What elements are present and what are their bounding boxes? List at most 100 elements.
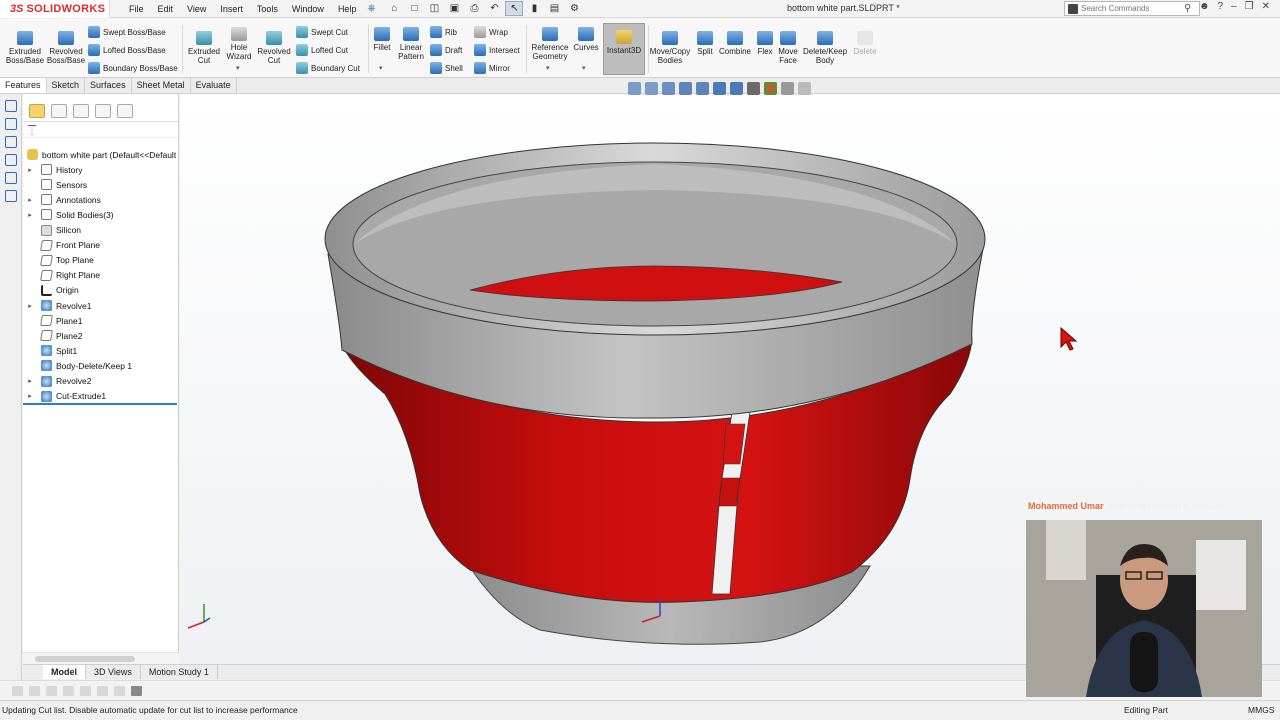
shell-button[interactable]: Shell <box>430 62 463 74</box>
curves-button[interactable]: Curves <box>572 27 600 52</box>
search-icon[interactable]: ⚲ <box>1184 3 1191 14</box>
close-icon[interactable]: ✕ <box>1262 1 1270 12</box>
search-commands-input[interactable] <box>1081 4 1181 13</box>
menu-file[interactable]: File <box>122 4 151 14</box>
align-tool-icon[interactable] <box>97 685 108 696</box>
menu-tools[interactable]: Tools <box>250 4 285 14</box>
print-icon[interactable]: ⎙ <box>465 1 483 16</box>
select-icon[interactable]: ↖ <box>505 1 524 16</box>
delete-face-button[interactable]: Delete <box>851 31 879 56</box>
menu-help[interactable]: Help <box>331 4 364 14</box>
tab-3d-views[interactable]: 3D Views <box>86 665 141 679</box>
tree-item[interactable]: Plane2 <box>23 328 179 343</box>
tab-sketch[interactable]: Sketch <box>47 78 86 93</box>
property-manager-icon[interactable] <box>5 118 17 130</box>
move-copy-bodies-button[interactable]: Move/Copy Bodies <box>650 31 690 65</box>
view-settings-icon[interactable] <box>798 82 811 95</box>
expand-arrow-icon[interactable]: ▸ <box>23 302 37 310</box>
tab-surfaces[interactable]: Surfaces <box>85 78 132 93</box>
solidworks-logo[interactable]: 3S SOLIDWORKS <box>0 0 110 18</box>
featuremanager-tab-icon[interactable] <box>29 103 45 118</box>
extruded-cut-button[interactable]: Extruded Cut <box>186 31 222 65</box>
propertymanager-tab-icon[interactable] <box>51 103 67 118</box>
rebuild-icon[interactable]: ▮ <box>525 1 543 16</box>
zoom-to-area-icon[interactable] <box>645 82 658 95</box>
apply-scene-icon[interactable] <box>781 82 794 95</box>
tree-root-part[interactable]: bottom white part (Default<<Default <box>23 147 179 162</box>
dynamic-annotation-icon[interactable] <box>696 82 709 95</box>
tab-model[interactable]: Model <box>43 665 86 679</box>
expand-arrow-icon[interactable]: ▸ <box>23 196 37 204</box>
display-manager-icon[interactable] <box>5 172 17 184</box>
rollback-bar[interactable] <box>23 403 177 405</box>
previous-view-icon[interactable] <box>662 82 675 95</box>
instant3d-button[interactable]: Instant3D <box>603 23 645 75</box>
save-icon[interactable]: ▣ <box>445 1 463 16</box>
tab-motion-study[interactable]: Motion Study 1 <box>141 665 218 679</box>
tree-item[interactable]: Plane1 <box>23 313 179 328</box>
tree-item[interactable]: Body-Delete/Keep 1 <box>23 358 179 373</box>
tree-item[interactable]: Silicon <box>23 223 179 238</box>
relation-tool-icon[interactable] <box>46 685 57 696</box>
menu-edit[interactable]: Edit <box>151 4 181 14</box>
split-button[interactable]: Split <box>694 31 716 56</box>
new-document-icon[interactable]: □ <box>405 1 423 16</box>
lofted-cut-button[interactable]: Lofted Cut <box>296 44 348 56</box>
measure-tool-icon[interactable] <box>114 685 125 696</box>
home-icon[interactable]: ⌂ <box>385 1 403 16</box>
menu-insert[interactable]: Insert <box>213 4 250 14</box>
edit-appearance-icon[interactable] <box>764 82 777 95</box>
combine-button[interactable]: Combine <box>718 31 752 56</box>
open-icon[interactable]: ◫ <box>425 1 443 16</box>
displaymanager-tab-icon[interactable] <box>117 103 133 118</box>
cam-manager-icon[interactable] <box>5 190 17 202</box>
tree-item[interactable]: ▸ Cut-Extrude1 <box>23 389 179 404</box>
sketch-tool-icon[interactable] <box>12 685 23 696</box>
tree-item[interactable]: Split1 <box>23 343 179 358</box>
hole-wizard-button[interactable]: Hole Wizard <box>224 27 254 61</box>
linear-pattern-button[interactable]: Linear Pattern <box>396 27 426 61</box>
flex-button[interactable]: Flex <box>755 31 775 56</box>
configuration-manager-icon[interactable] <box>5 136 17 148</box>
tree-item[interactable]: Top Plane <box>23 253 179 268</box>
tree-item[interactable]: Front Plane <box>23 238 179 253</box>
unit-system-selector[interactable]: MMGS <box>1248 705 1274 715</box>
undo-icon[interactable]: ↶ <box>485 1 503 16</box>
menu-view[interactable]: View <box>180 4 213 14</box>
tree-item[interactable]: ▸ Annotations <box>23 192 179 207</box>
delete-keep-body-button[interactable]: Delete/Keep Body <box>803 31 847 65</box>
file-properties-icon[interactable]: ▤ <box>545 1 563 16</box>
revolved-boss-button[interactable]: Revolved Boss/Base <box>46 31 86 65</box>
expand-arrow-icon[interactable]: ▸ <box>23 392 37 400</box>
scroll-thumb[interactable] <box>35 656 135 662</box>
reference-geometry-button[interactable]: Reference Geometry <box>530 27 570 61</box>
user-icon[interactable]: ☻ <box>1199 1 1210 12</box>
tree-item[interactable]: ▸ Revolve1 <box>23 298 179 313</box>
tree-item[interactable]: ▸ Solid Bodies(3) <box>23 207 179 222</box>
filter-icon[interactable] <box>27 124 37 135</box>
pin-icon[interactable]: ⎈ <box>367 3 375 14</box>
search-scope-icon[interactable] <box>1068 3 1078 14</box>
restore-icon[interactable]: ❐ <box>1245 1 1254 12</box>
boundary-cut-button[interactable]: Boundary Cut <box>296 62 360 74</box>
intersect-button[interactable]: Intersect <box>474 44 520 56</box>
fillet-button[interactable]: Fillet <box>370 27 394 52</box>
boundary-boss-button[interactable]: Boundary Boss/Base <box>88 62 178 74</box>
draft-button[interactable]: Draft <box>430 44 462 56</box>
table-tool-icon[interactable] <box>80 685 91 696</box>
options-gear-icon[interactable]: ⚙ <box>565 1 583 16</box>
tree-horizontal-scrollbar[interactable] <box>23 652 179 664</box>
tree-item[interactable]: ▸ History <box>23 162 179 177</box>
hole-wizard-dropdown-icon[interactable]: ▾ <box>236 64 240 72</box>
fillet-dropdown-icon[interactable]: ▾ <box>379 64 383 72</box>
tree-item[interactable]: ▸ Revolve2 <box>23 374 179 389</box>
tree-item[interactable]: Origin <box>23 283 179 298</box>
move-face-button[interactable]: Move Face <box>777 31 799 65</box>
dimxpert-icon[interactable] <box>5 154 17 166</box>
minimize-icon[interactable]: – <box>1231 1 1237 12</box>
hide-show-items-icon[interactable] <box>747 82 760 95</box>
tree-item[interactable]: Right Plane <box>23 268 179 283</box>
feature-tree-icon[interactable] <box>5 100 17 112</box>
revolved-cut-button[interactable]: Revolved Cut <box>256 31 292 65</box>
configurationmanager-tab-icon[interactable] <box>73 103 89 118</box>
